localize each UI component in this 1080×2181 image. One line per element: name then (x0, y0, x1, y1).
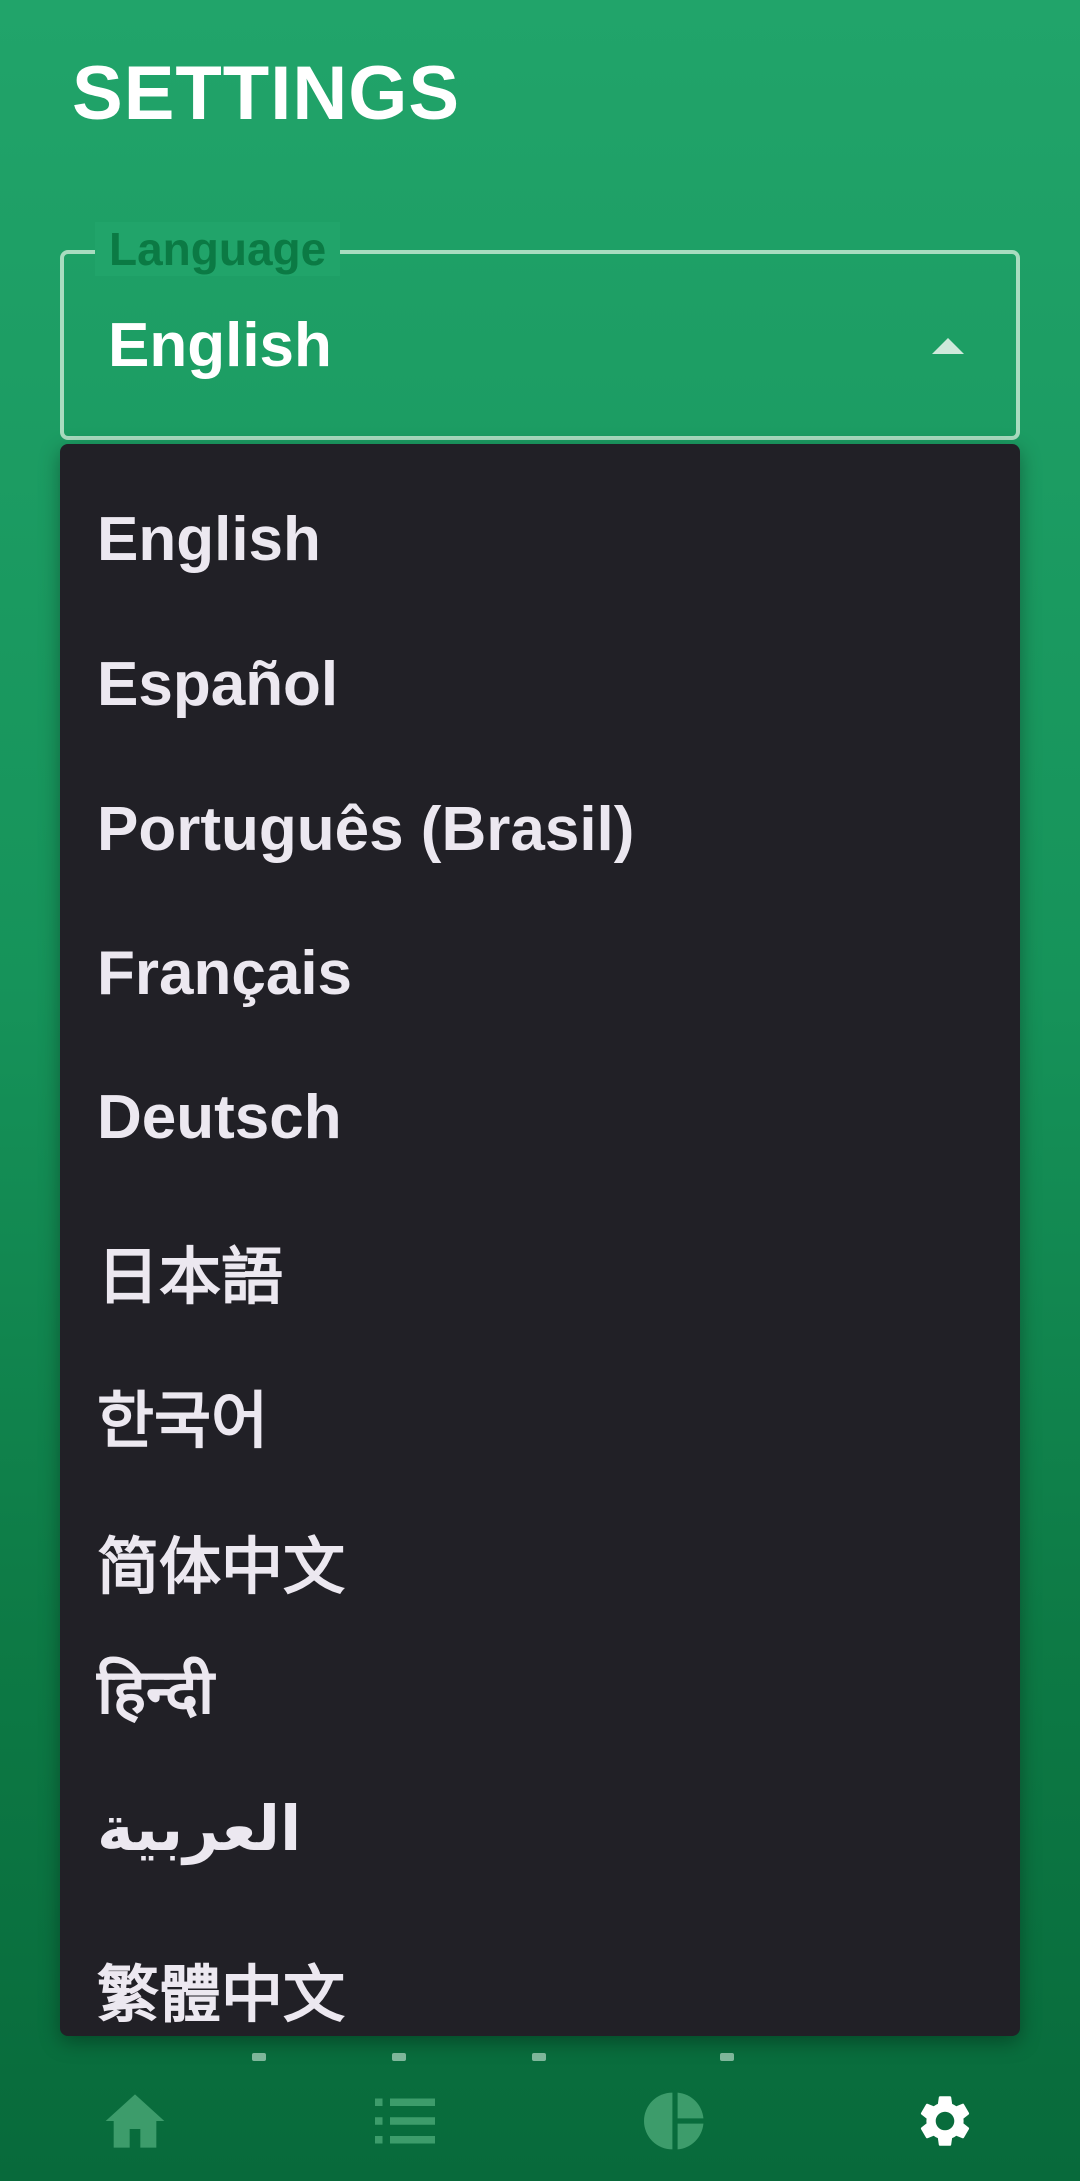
language-option-korean[interactable]: 한국어 (97, 1370, 268, 1460)
language-option-espanol[interactable]: Español (97, 649, 338, 720)
pie-chart-icon (644, 2092, 704, 2149)
language-option-simplified-chinese[interactable]: 简体中文 (97, 1516, 345, 1606)
home-icon (105, 2093, 165, 2148)
language-label: Language (95, 222, 341, 276)
language-option-portugues[interactable]: Português (Brasil) (97, 794, 634, 865)
bottom-navigation (0, 2060, 1080, 2181)
language-option-japanese[interactable]: 日本語 (97, 1226, 283, 1316)
language-dropdown-menu: English Español Português (Brasil) Franç… (60, 444, 1020, 2036)
list-icon (375, 2098, 435, 2143)
nav-home[interactable] (0, 2060, 270, 2181)
language-option-deutsch[interactable]: Deutsch (97, 1082, 342, 1153)
language-option-traditional-chinese[interactable]: 繁體中文 (97, 1944, 345, 2034)
page-title: SETTINGS (72, 51, 461, 136)
language-option-arabic[interactable]: العربية (97, 1792, 301, 1865)
caret-up-icon[interactable] (932, 338, 964, 354)
nav-list[interactable] (270, 2060, 540, 2181)
nav-stats[interactable] (540, 2060, 810, 2181)
language-option-english[interactable]: English (97, 504, 321, 575)
nav-settings[interactable] (810, 2060, 1080, 2181)
language-option-francais[interactable]: Français (97, 938, 352, 1009)
language-selected-value[interactable]: English (108, 310, 332, 381)
language-option-hindi[interactable]: हिन्दी (97, 1648, 214, 1732)
gear-icon (920, 2095, 970, 2146)
